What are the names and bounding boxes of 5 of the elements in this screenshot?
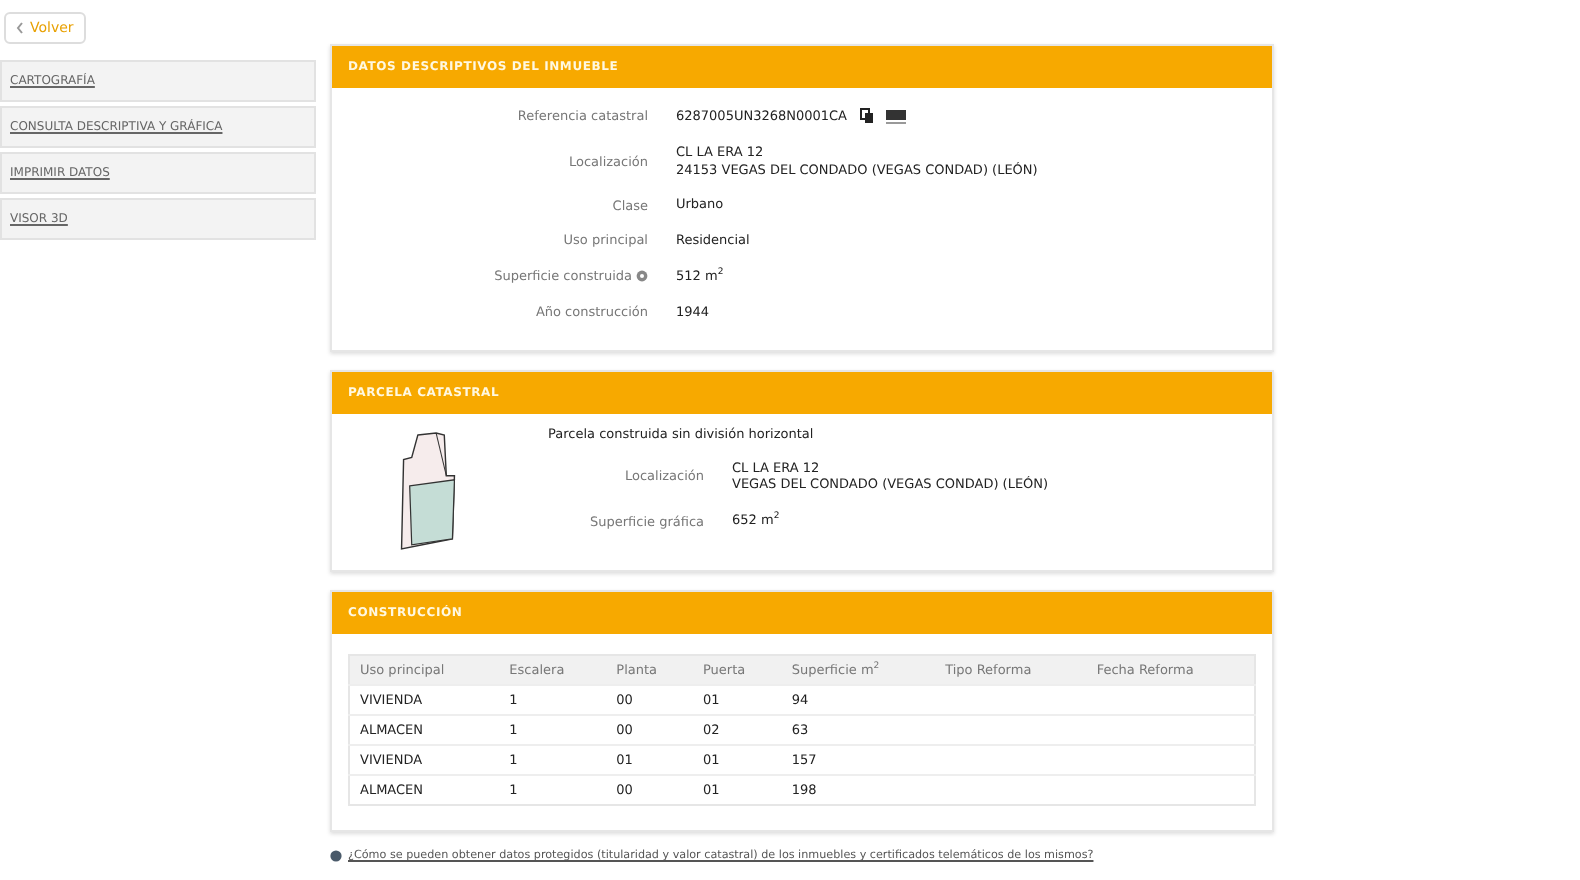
chevron-icon <box>16 22 24 34</box>
help-icon <box>330 849 342 862</box>
copy-icon[interactable] <box>859 108 873 125</box>
help-icon[interactable] <box>636 270 648 283</box>
parcel-drawing <box>400 431 456 550</box>
